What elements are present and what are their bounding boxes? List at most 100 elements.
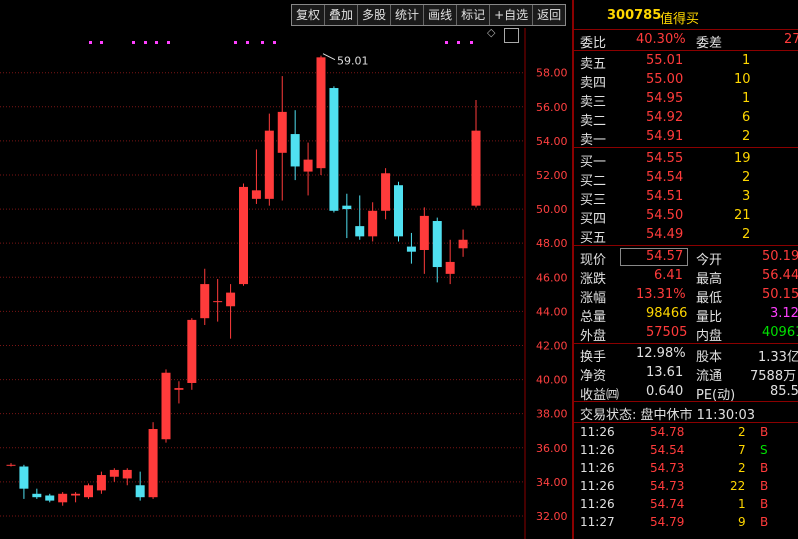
tick-row[interactable]: 11:26 54.73 22 B [574,478,798,496]
change-pct-value: 13.31% [636,287,686,302]
bid-row[interactable]: 买三 54.51 3 [574,188,798,208]
weicha-label: 委差 [696,36,723,51]
tick-time: 11:26 [580,479,615,493]
quote-row: 涨幅 13.31% 最低 50.15 [574,286,798,306]
ask-row[interactable]: 卖五 55.01 1 [574,52,798,72]
candle-body [471,130,481,206]
add-watchlist-button[interactable]: +自选 [490,5,534,25]
candle-body [161,372,171,440]
ask-price: 55.00 [646,72,684,87]
kline-chart-svg[interactable]: 58.00 56.00 54.00 52.00 50.00 48.00 46.00 44.00… [0,0,570,539]
ask-volume: 6 [742,110,751,125]
candle-body [200,284,210,319]
bid-volume: 21 [734,208,751,223]
tick-volume: 2 [738,461,746,475]
back-button[interactable]: 返回 [533,5,565,25]
tick-time: 11:26 [580,497,615,511]
tick-row[interactable]: 11:27 54.79 9 B [574,514,798,532]
y-tick-label: 32.00 [536,510,568,523]
diamond-icon[interactable]: ◇ [487,26,495,39]
candle-body [316,57,326,169]
draw-line-button[interactable]: 画线 [424,5,458,25]
expand-icon[interactable] [504,28,519,43]
bid-row[interactable]: 买一 54.55 19 [574,150,798,170]
stock-name: 值得买 [660,12,700,27]
candle-body [432,221,442,268]
ask-price: 54.95 [646,91,684,106]
stock-header: 300785 值得买 [574,6,798,28]
ask-price: 54.92 [646,110,684,125]
candle-body [148,429,158,498]
tick-row[interactable]: 11:26 54.54 7 S [574,442,798,460]
candle-body [381,173,391,211]
outer-volume-label: 外盘 [580,329,607,344]
tick-side: B [760,425,769,439]
fuquan-button[interactable]: 复权 [292,5,326,25]
bid-label: 买五 [580,231,607,246]
share-capital-label: 股本 [696,350,723,365]
tick-row[interactable]: 11:26 54.73 2 B [574,460,798,478]
open-value: 50.19 [762,249,798,264]
y-tick-label: 44.00 [536,305,568,318]
y-tick-label: 34.00 [536,476,568,489]
tick-time: 11:27 [580,515,615,529]
y-tick-label: 58.00 [536,67,568,80]
volume-label: 总量 [580,310,607,325]
bid-row[interactable]: 买二 54.54 2 [574,169,798,189]
quote-row: 外盘 57505 内盘 40961 [574,324,798,344]
candle-body [406,246,416,252]
candle-body [174,388,184,390]
max-price-label: 59.01 [337,55,369,68]
tick-price: 54.73 [650,461,685,475]
bid-volume: 2 [742,227,751,242]
tick-volume: 9 [738,515,746,529]
quote-row: 涨跌 6.41 最高 56.44 [574,267,798,287]
kline-chart[interactable]: 58.00 56.00 54.00 52.00 50.00 48.00 46.00 44.00… [0,0,570,539]
volume-ratio-label: 量比 [696,310,723,325]
ask-volume: 1 [742,91,751,106]
bid-row[interactable]: 买四 54.50 21 [574,207,798,227]
low-label: 最低 [696,291,723,306]
multi-stock-button[interactable]: 多股 [358,5,392,25]
tick-row[interactable]: 11:26 54.74 1 B [574,496,798,514]
divider [574,29,798,30]
divider [574,147,798,148]
bid-row[interactable]: 买五 54.49 2 [574,226,798,246]
tick-row[interactable]: 11:26 54.78 2 B [574,424,798,442]
signal-dot [155,41,158,44]
candle-body [264,130,274,199]
tick-volume: 7 [738,443,746,457]
volume-value: 98466 [646,306,688,321]
bid-label: 买一 [580,155,607,170]
divider [574,245,798,246]
y-tick-label: 48.00 [536,237,568,250]
ask-row[interactable]: 卖二 54.92 6 [574,109,798,129]
y-tick-label: 38.00 [536,408,568,421]
change-label: 涨跌 [580,272,607,287]
candle-body [32,493,42,498]
tick-side: B [760,461,769,475]
candle-body [58,493,68,503]
signal-dot [273,41,276,44]
signal-dot [246,41,249,44]
inner-volume-value: 40961 [762,325,798,340]
eps-value: 0.640 [646,384,684,399]
ask-row[interactable]: 卖三 54.95 1 [574,90,798,110]
statistics-button[interactable]: 统计 [391,5,425,25]
ask-row[interactable]: 卖一 54.91 2 [574,128,798,148]
bid-volume: 3 [742,189,751,204]
candle-body [290,134,300,167]
overlay-button[interactable]: 叠加 [325,5,359,25]
chart-toolbar: 复权 叠加 多股 统计 画线 标记 +自选 返回 [291,4,567,26]
ask-label: 卖一 [580,133,607,148]
mark-button[interactable]: 标记 [457,5,491,25]
ask-row[interactable]: 卖四 55.00 10 [574,71,798,91]
candle-body [342,205,352,210]
tick-side: B [760,515,769,529]
divider [574,422,798,423]
candle-body [329,88,339,211]
ask-label: 卖五 [580,57,607,72]
signal-dot [89,41,92,44]
bid-label: 买四 [580,212,607,227]
bid-price: 54.55 [646,151,684,166]
